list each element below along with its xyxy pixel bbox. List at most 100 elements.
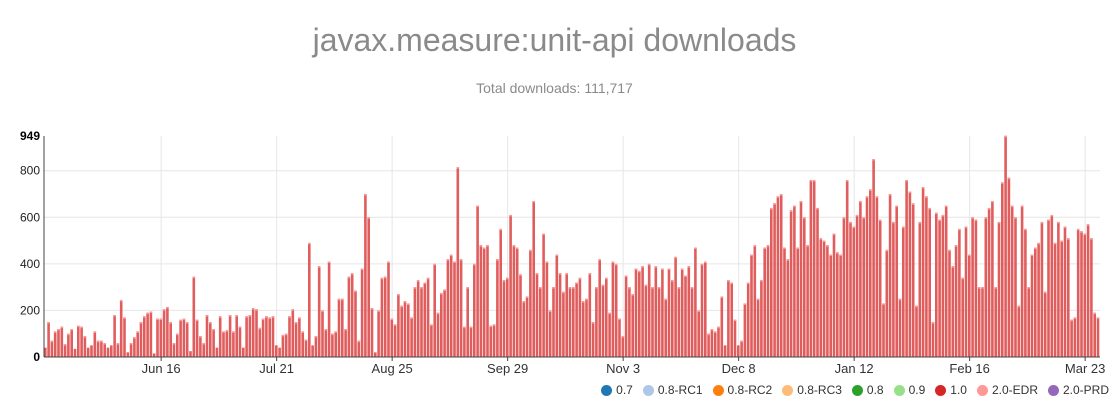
bar-segment: [964, 226, 968, 229]
bar-segment: [238, 326, 242, 329]
bar: [944, 205, 948, 357]
bar-segment: [235, 315, 238, 317]
legend-swatch-icon: [642, 384, 654, 396]
bar: [512, 245, 516, 357]
bar-segment: [987, 207, 991, 210]
bar: [218, 316, 222, 357]
bar: [1037, 242, 1040, 357]
bar: [146, 312, 149, 357]
bar: [123, 317, 126, 357]
bar-segment: [486, 245, 489, 247]
bar-segment: [948, 249, 951, 252]
bar-segment: [974, 219, 978, 222]
bar-segment: [796, 247, 799, 250]
bar: [77, 325, 80, 357]
bar-segment: [770, 207, 773, 210]
bar: [341, 298, 344, 357]
legend-item[interactable]: 0.8-RC2: [712, 383, 772, 397]
bar: [1050, 214, 1054, 357]
bar-segment: [578, 277, 582, 280]
bar: [671, 280, 674, 357]
legend-swatch-icon: [601, 384, 613, 396]
bar-segment: [647, 263, 651, 266]
bar: [783, 247, 786, 357]
legend-item[interactable]: 1.0: [935, 383, 967, 397]
bar-segment: [258, 327, 262, 330]
bar: [136, 331, 139, 357]
bar: [255, 309, 258, 357]
legend-swatch-icon: [712, 384, 724, 396]
bar-segment: [661, 268, 664, 271]
x-tick-label: Jul 21: [259, 361, 294, 376]
bar-segment: [1093, 312, 1096, 315]
bar: [733, 319, 737, 357]
legend-item[interactable]: 0.8-RC1: [642, 383, 703, 397]
bar: [324, 329, 328, 357]
bar: [347, 276, 351, 357]
bar-segment: [265, 316, 268, 318]
bar-segment: [492, 324, 496, 326]
bar: [172, 343, 176, 357]
y-tick-label: 0: [33, 350, 40, 364]
bar: [387, 261, 390, 357]
bar-segment: [581, 301, 585, 303]
bar: [915, 305, 918, 357]
bar-segment: [968, 254, 971, 257]
bar-segment: [1053, 242, 1057, 245]
bar: [826, 245, 829, 357]
bar: [572, 287, 575, 357]
bar-segment: [166, 306, 169, 309]
bar-segment: [575, 282, 578, 284]
bar: [928, 207, 931, 357]
legend-label: 0.8-RC3: [797, 383, 842, 397]
bar-segment: [123, 317, 126, 319]
bar-segment: [1010, 205, 1014, 208]
bar-segment: [905, 180, 908, 182]
bar: [647, 263, 651, 357]
bar: [116, 343, 120, 357]
x-tick-label: Feb 16: [949, 361, 989, 376]
bar: [898, 298, 902, 357]
bar-segment: [793, 205, 796, 208]
bar: [331, 333, 334, 357]
legend-item[interactable]: 0.7: [601, 383, 633, 397]
bar: [611, 261, 615, 357]
bar: [288, 316, 291, 357]
bar: [413, 287, 417, 357]
bar: [225, 330, 229, 357]
legend-item[interactable]: 2.0-PRD: [1047, 383, 1109, 397]
bar: [370, 308, 374, 357]
legend-item[interactable]: 2.0-EDR: [976, 383, 1038, 397]
bar: [499, 228, 502, 357]
bar-segment: [1040, 221, 1044, 224]
bar-segment: [1037, 242, 1040, 245]
bar-segment: [836, 252, 839, 254]
bar: [1060, 240, 1063, 357]
bar: [608, 312, 611, 357]
bar-segment: [766, 245, 770, 247]
bar-segment: [403, 301, 407, 303]
bar-segment: [865, 196, 869, 198]
bar: [479, 245, 483, 357]
bar: [1076, 228, 1080, 357]
bar: [344, 329, 347, 357]
bar: [842, 217, 846, 357]
legend: 0.7 0.8-RC1 0.8-RC2 0.8-RC3 0.8 0.9 1.0 2.0-EDR…: [601, 383, 1109, 397]
legend-item[interactable]: 0.8-RC3: [782, 383, 842, 397]
bar-segment: [291, 309, 295, 311]
bar-segment: [515, 247, 519, 250]
bar-segment: [426, 277, 430, 280]
bar: [717, 326, 720, 357]
bar: [1020, 205, 1024, 357]
bar-segment: [482, 247, 486, 250]
bar-segment: [591, 322, 595, 324]
bar: [334, 331, 337, 357]
bar-segment: [832, 233, 836, 236]
legend-item[interactable]: 0.9: [893, 383, 925, 397]
bar-segment: [601, 284, 605, 287]
bar-segment: [1076, 228, 1080, 231]
bar: [855, 214, 859, 357]
legend-item[interactable]: 0.8: [851, 383, 884, 397]
bar: [380, 277, 384, 357]
bar: [222, 331, 225, 357]
